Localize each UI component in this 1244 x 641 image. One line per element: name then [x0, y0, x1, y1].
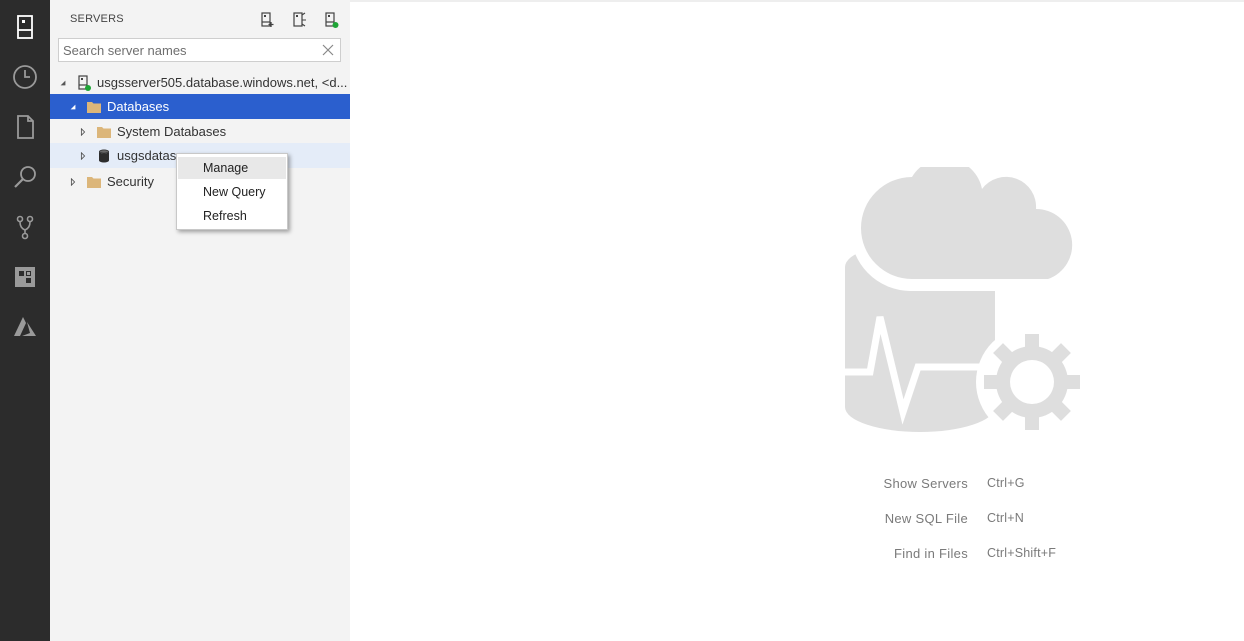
active-connections-icon[interactable] — [320, 9, 342, 31]
search-box — [58, 38, 341, 62]
activity-bar — [0, 0, 50, 641]
sidebar-title: SERVERS — [70, 13, 124, 25]
sidebar-actions — [256, 9, 342, 31]
expanded-arrow-icon[interactable] — [68, 102, 78, 112]
source-control-icon[interactable] — [0, 203, 50, 251]
system-databases-label: System Databases — [117, 124, 227, 139]
expanded-arrow-icon[interactable] — [58, 78, 68, 88]
editor-area: Show Servers Ctrl+G New SQL File Ctrl+N … — [350, 0, 1244, 641]
collapsed-arrow-icon[interactable] — [78, 151, 88, 161]
extensions-icon[interactable] — [0, 253, 50, 301]
search-input[interactable] — [59, 39, 322, 61]
shortcut-key: Ctrl+N — [987, 511, 1024, 525]
shortcut-key: Ctrl+Shift+F — [987, 546, 1057, 560]
tree-item-system-databases[interactable]: System Databases — [50, 119, 350, 144]
user-database-label: usgsdatas — [117, 148, 177, 163]
shortcut-label: Show Servers — [883, 476, 968, 491]
task-history-icon[interactable] — [0, 53, 50, 101]
context-menu-new-query[interactable]: New Query — [178, 181, 286, 203]
tree-item-databases[interactable]: Databases — [50, 94, 350, 119]
servers-icon[interactable] — [0, 3, 50, 51]
shortcut-label: New SQL File — [884, 511, 968, 526]
shortcut-key: Ctrl+G — [987, 476, 1025, 490]
folder-icon — [86, 174, 102, 190]
tree-item-server[interactable]: usgsserver505.database.windows.net, <d..… — [50, 70, 350, 95]
search-icon[interactable] — [0, 153, 50, 201]
clear-search-icon[interactable] — [321, 43, 335, 57]
explorer-file-icon[interactable] — [0, 103, 50, 151]
azure-icon[interactable] — [0, 303, 50, 351]
shortcut-label: Find in Files — [894, 546, 968, 561]
context-menu: Manage New Query Refresh — [176, 153, 288, 230]
server-connected-icon — [76, 74, 92, 91]
new-server-group-icon[interactable] — [288, 9, 310, 31]
context-menu-manage[interactable]: Manage — [178, 157, 286, 179]
collapsed-arrow-icon[interactable] — [68, 177, 78, 187]
folder-icon — [96, 124, 112, 140]
database-icon — [96, 148, 112, 164]
security-label: Security — [107, 174, 154, 189]
gear-icon — [984, 334, 1080, 430]
new-connection-icon[interactable] — [256, 9, 278, 31]
folder-icon — [86, 99, 102, 115]
databases-label: Databases — [107, 99, 170, 114]
servers-sidebar: SERVERS usgsserver505.database.windows.n… — [50, 0, 350, 641]
collapsed-arrow-icon[interactable] — [78, 127, 88, 137]
azure-data-studio-watermark-icon — [845, 167, 1080, 432]
server-name: usgsserver505.database.windows.net, <d..… — [97, 75, 348, 90]
context-menu-refresh[interactable]: Refresh — [178, 205, 286, 227]
